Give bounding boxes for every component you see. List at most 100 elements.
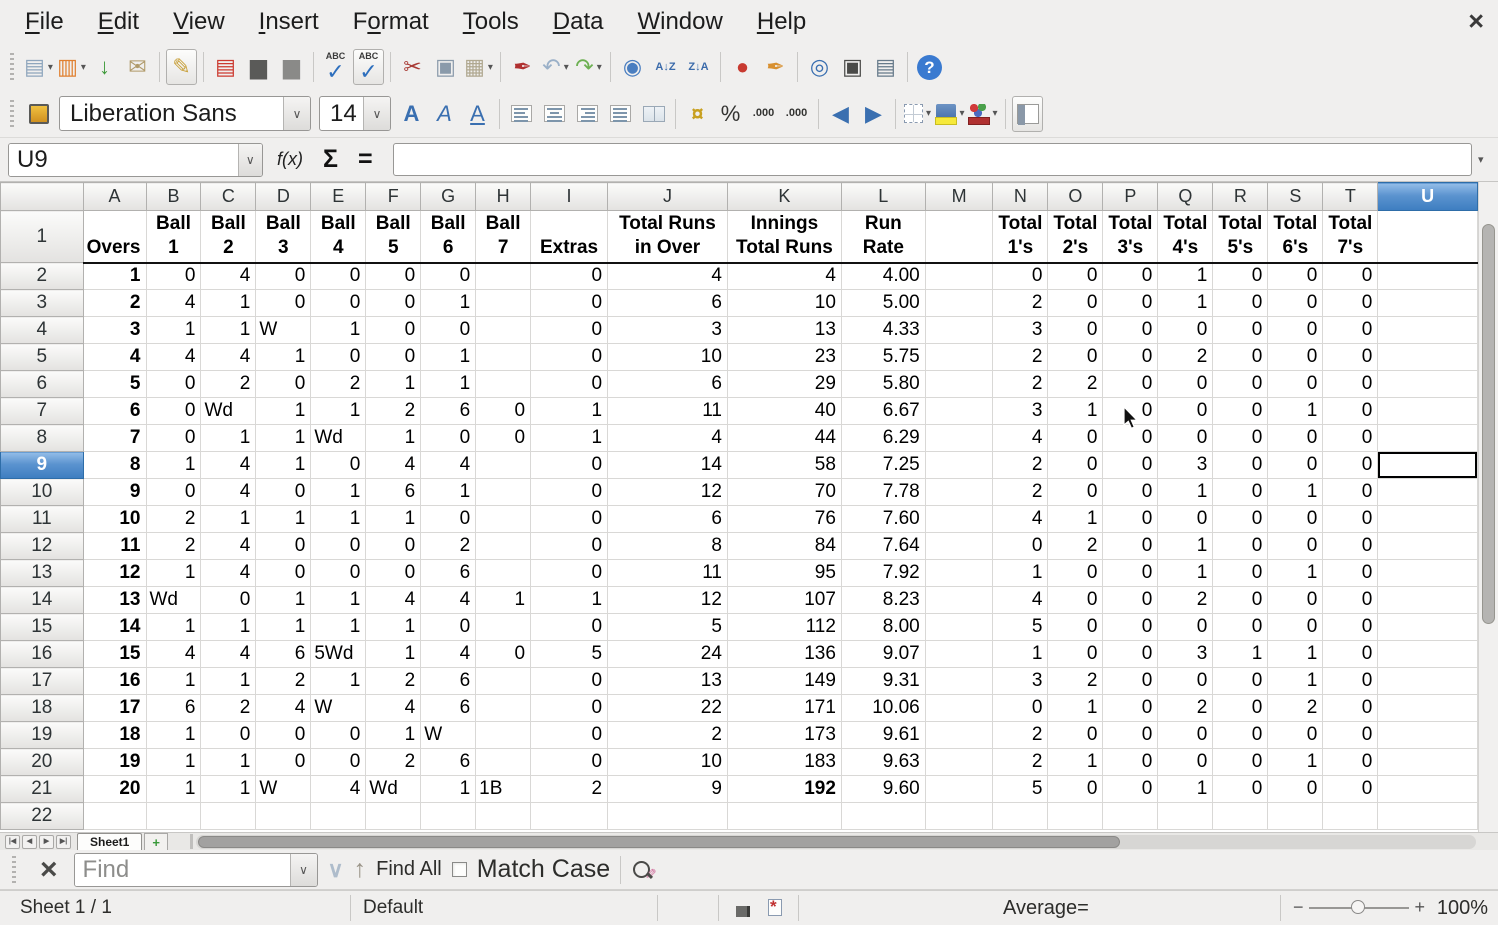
print-button[interactable]: ▆ bbox=[243, 49, 274, 85]
cell-P5[interactable]: 0 bbox=[1103, 344, 1158, 371]
cell-C10[interactable]: 4 bbox=[201, 479, 256, 506]
cell-S1[interactable]: Total6's bbox=[1268, 211, 1323, 263]
cell-I13[interactable]: 0 bbox=[531, 560, 608, 587]
cell-J21[interactable]: 9 bbox=[608, 776, 728, 803]
cell-L18[interactable]: 10.06 bbox=[841, 695, 925, 722]
cell-I7[interactable]: 1 bbox=[531, 398, 608, 425]
cell-R15[interactable]: 0 bbox=[1213, 614, 1268, 641]
cell-H17[interactable] bbox=[476, 668, 531, 695]
cell-R8[interactable]: 0 bbox=[1213, 425, 1268, 452]
cell-E6[interactable]: 2 bbox=[311, 371, 366, 398]
column-header-N[interactable]: N bbox=[993, 183, 1048, 211]
horizontal-scrollbar-thumb[interactable] bbox=[198, 836, 1120, 848]
sort-ascending-button[interactable]: A↓Z bbox=[650, 49, 681, 85]
cell-R12[interactable]: 0 bbox=[1213, 533, 1268, 560]
cell-H1[interactable]: Ball7 bbox=[476, 211, 531, 263]
corner-box[interactable] bbox=[1, 183, 84, 211]
cell-K3[interactable]: 10 bbox=[727, 290, 841, 317]
cell-S4[interactable]: 0 bbox=[1268, 317, 1323, 344]
cell-O13[interactable]: 0 bbox=[1048, 560, 1103, 587]
cell-Q19[interactable]: 0 bbox=[1158, 722, 1213, 749]
cell-R13[interactable]: 0 bbox=[1213, 560, 1268, 587]
cell-G5[interactable]: 1 bbox=[421, 344, 476, 371]
cell-J22[interactable] bbox=[608, 803, 728, 830]
cell-I8[interactable]: 1 bbox=[531, 425, 608, 452]
cell-C17[interactable]: 1 bbox=[201, 668, 256, 695]
menu-insert[interactable]: Insert bbox=[242, 8, 336, 36]
cell-K19[interactable]: 173 bbox=[727, 722, 841, 749]
cell-O11[interactable]: 1 bbox=[1048, 506, 1103, 533]
cell-N7[interactable]: 3 bbox=[993, 398, 1048, 425]
cell-B12[interactable]: 2 bbox=[146, 533, 201, 560]
cell-K5[interactable]: 23 bbox=[727, 344, 841, 371]
cell-O10[interactable]: 0 bbox=[1048, 479, 1103, 506]
cell-O22[interactable] bbox=[1048, 803, 1103, 830]
cell-A4[interactable]: 3 bbox=[83, 317, 146, 344]
cell-R19[interactable]: 0 bbox=[1213, 722, 1268, 749]
toolbar-grip[interactable] bbox=[10, 100, 14, 128]
find-all-button[interactable]: Find All bbox=[376, 858, 442, 881]
save-button[interactable]: ↓ bbox=[89, 49, 120, 85]
column-header-T[interactable]: T bbox=[1323, 183, 1378, 211]
cell-G22[interactable] bbox=[421, 803, 476, 830]
cell-D11[interactable]: 1 bbox=[256, 506, 311, 533]
sheet-position[interactable]: Sheet 1 / 1 bbox=[20, 897, 112, 919]
cell-O3[interactable]: 0 bbox=[1048, 290, 1103, 317]
cell-D6[interactable]: 0 bbox=[256, 371, 311, 398]
currency-button[interactable]: ¤ bbox=[682, 96, 713, 132]
match-case-checkbox[interactable] bbox=[452, 862, 467, 877]
data-sources-button[interactable]: ▤ bbox=[870, 49, 901, 85]
cell-E10[interactable]: 1 bbox=[311, 479, 366, 506]
cell-N22[interactable] bbox=[993, 803, 1048, 830]
cell-I4[interactable]: 0 bbox=[531, 317, 608, 344]
cell-A16[interactable]: 15 bbox=[83, 641, 146, 668]
cell-P6[interactable]: 0 bbox=[1103, 371, 1158, 398]
cell-K10[interactable]: 70 bbox=[727, 479, 841, 506]
cell-K22[interactable] bbox=[727, 803, 841, 830]
cell-O4[interactable]: 0 bbox=[1048, 317, 1103, 344]
cell-O7[interactable]: 1 bbox=[1048, 398, 1103, 425]
cell-S5[interactable]: 0 bbox=[1268, 344, 1323, 371]
cell-T8[interactable]: 0 bbox=[1323, 425, 1378, 452]
cell-Q2[interactable]: 1 bbox=[1158, 263, 1213, 290]
cell-E4[interactable]: 1 bbox=[311, 317, 366, 344]
column-header-C[interactable]: C bbox=[201, 183, 256, 211]
cell-D19[interactable]: 0 bbox=[256, 722, 311, 749]
cell-H22[interactable] bbox=[476, 803, 531, 830]
navigator-button[interactable]: ◎ bbox=[804, 49, 835, 85]
cell-S10[interactable]: 1 bbox=[1268, 479, 1323, 506]
cell-H18[interactable] bbox=[476, 695, 531, 722]
cell-C5[interactable]: 4 bbox=[201, 344, 256, 371]
cell-F12[interactable]: 0 bbox=[366, 533, 421, 560]
cell-R11[interactable]: 0 bbox=[1213, 506, 1268, 533]
cell-H14[interactable]: 1 bbox=[476, 587, 531, 614]
cell-L16[interactable]: 9.07 bbox=[841, 641, 925, 668]
menu-help[interactable]: Help bbox=[740, 8, 823, 36]
toolbar-grip[interactable] bbox=[12, 856, 16, 884]
cell-K18[interactable]: 171 bbox=[727, 695, 841, 722]
cell-E9[interactable]: 0 bbox=[311, 452, 366, 479]
cell-B20[interactable]: 1 bbox=[146, 749, 201, 776]
zoom-in-icon[interactable]: + bbox=[1414, 897, 1425, 918]
cell-L9[interactable]: 7.25 bbox=[841, 452, 925, 479]
cell-R9[interactable]: 0 bbox=[1213, 452, 1268, 479]
cell-I20[interactable]: 0 bbox=[531, 749, 608, 776]
cell-U4[interactable] bbox=[1378, 317, 1478, 344]
cell-T12[interactable]: 0 bbox=[1323, 533, 1378, 560]
cell-M19[interactable] bbox=[925, 722, 993, 749]
cell-D2[interactable]: 0 bbox=[256, 263, 311, 290]
cell-G7[interactable]: 6 bbox=[421, 398, 476, 425]
cell-H9[interactable] bbox=[476, 452, 531, 479]
row-header-19[interactable]: 19 bbox=[1, 722, 84, 749]
cell-B1[interactable]: Ball1 bbox=[146, 211, 201, 263]
cell-A14[interactable]: 13 bbox=[83, 587, 146, 614]
cell-J10[interactable]: 12 bbox=[608, 479, 728, 506]
cell-M12[interactable] bbox=[925, 533, 993, 560]
print-preview-button[interactable]: ▆ bbox=[276, 49, 307, 85]
cell-Q17[interactable]: 0 bbox=[1158, 668, 1213, 695]
first-sheet-button[interactable]: |◀ bbox=[5, 835, 20, 849]
cell-L17[interactable]: 9.31 bbox=[841, 668, 925, 695]
cell-C7[interactable]: Wd bbox=[201, 398, 256, 425]
cell-L19[interactable]: 9.61 bbox=[841, 722, 925, 749]
cell-B18[interactable]: 6 bbox=[146, 695, 201, 722]
